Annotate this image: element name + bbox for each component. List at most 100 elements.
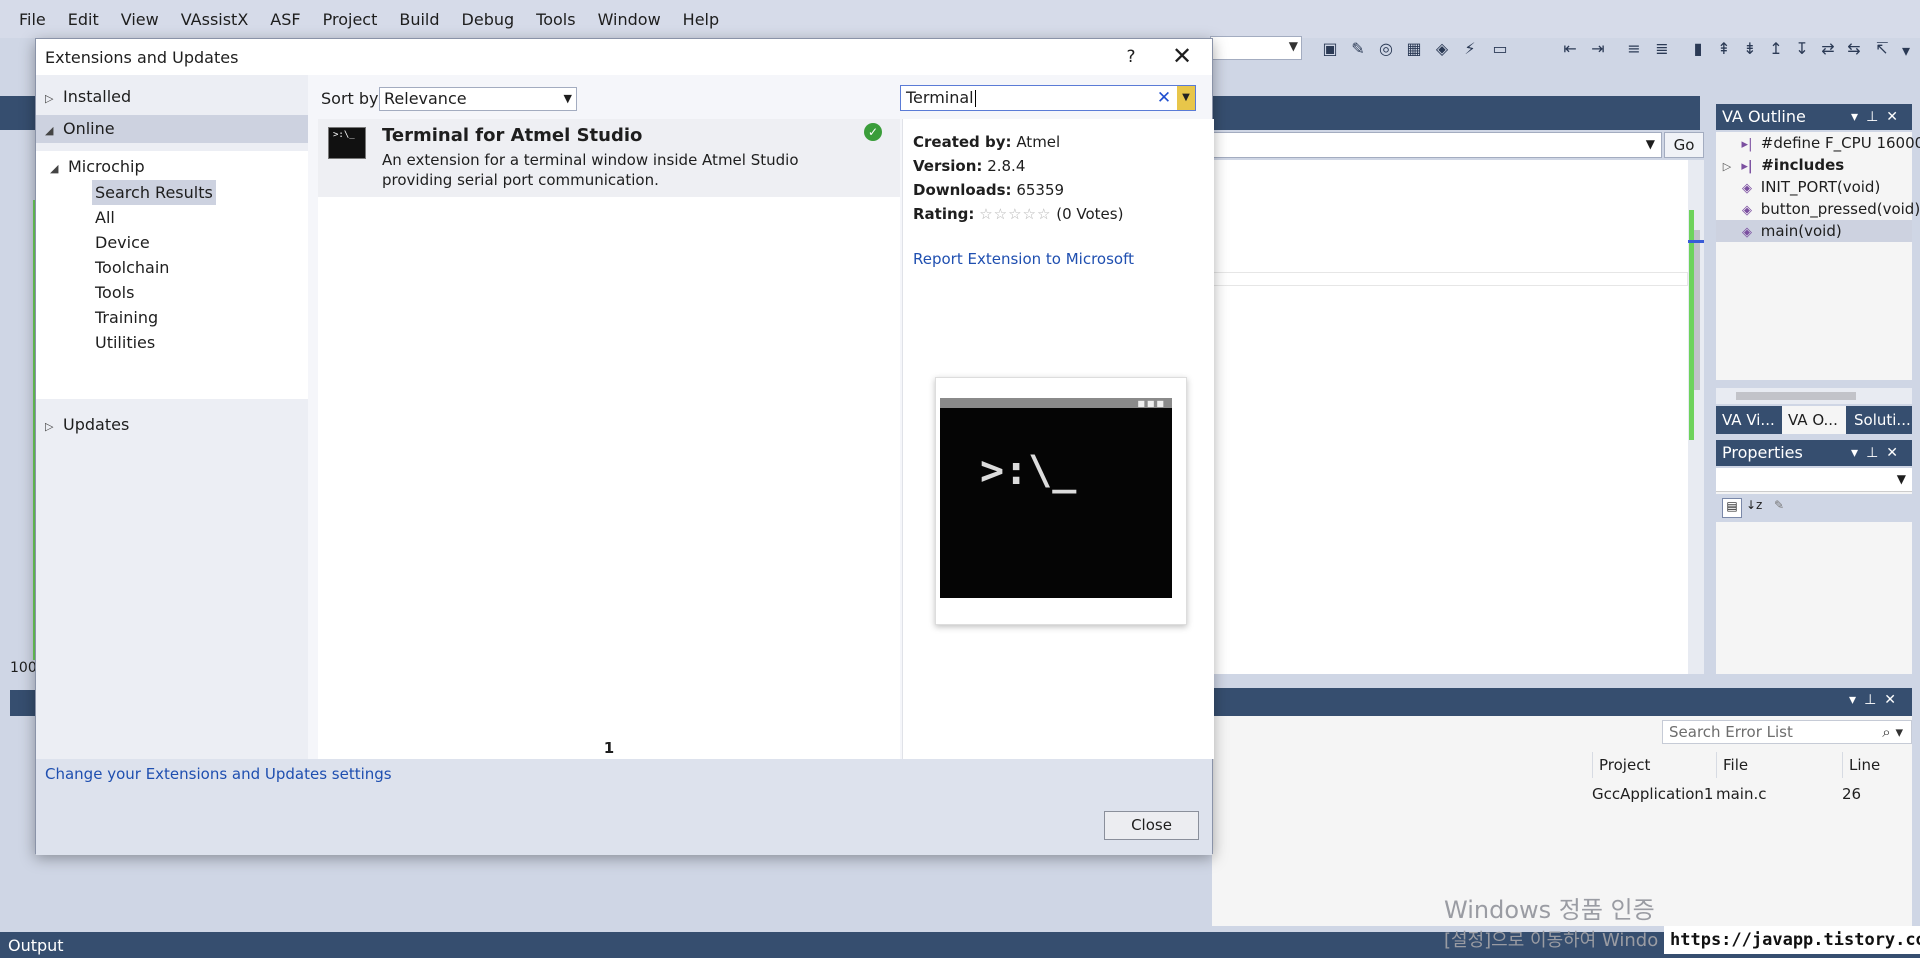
indent-icon[interactable]: ⇥ [1588,40,1608,58]
bookmark-file-icon[interactable]: ⇄ [1818,40,1838,58]
dialog-titlebar: Extensions and Updates ? ✕ [36,39,1212,75]
tree-toolchain[interactable]: Toolchain [92,255,172,280]
error-search-input[interactable]: Search Error List ⌕ ▾ [1662,720,1912,744]
outline-item[interactable]: ▷ ▸| #includes [1716,154,1912,176]
menu-tools[interactable]: Tools [525,10,586,29]
configuration-combo[interactable]: ▼ [1210,36,1302,60]
search-icon[interactable]: ⌕ ▾ [1882,721,1903,743]
menu-file[interactable]: File [8,10,57,29]
bookmark-doc-icon[interactable]: ⇆ [1844,40,1864,58]
debug-icon[interactable]: ◎ [1376,40,1396,58]
wrench-icon[interactable]: ✎ [1348,40,1368,58]
error-row-line[interactable]: 26 [1836,782,1861,806]
tree-utilities[interactable]: Utilities [92,330,158,355]
property-pages-icon[interactable]: ✎ [1774,498,1784,512]
result-title: Terminal for Atmel Studio [382,125,643,146]
alphabetical-icon[interactable]: ↓z [1746,498,1762,512]
nav-online[interactable]: ◢ Online [36,115,308,143]
close-button[interactable]: Close [1104,811,1199,840]
zoom-level[interactable]: 100 [10,660,37,676]
search-options-dropdown[interactable]: ▼ [1177,86,1195,110]
prev-bookmark-folder-icon[interactable]: ↥ [1766,40,1786,58]
expand-icon[interactable]: ▷ [45,413,63,441]
column-header-line[interactable]: Line [1842,752,1912,778]
next-bookmark-icon[interactable]: ⇟ [1740,40,1760,58]
tree-device[interactable]: Device [92,230,153,255]
menu-debug[interactable]: Debug [451,10,526,29]
panel-controls[interactable]: ▾⊥✕ [1851,440,1906,466]
change-indicator [1689,210,1694,440]
expand-icon[interactable]: ▷ [1716,156,1738,178]
column-header-file[interactable]: File [1716,752,1842,778]
nav-microchip[interactable]: ◢ Microchip [50,153,145,181]
panel-title-text: Properties [1722,443,1803,462]
error-row-project[interactable]: GccApplication1 [1586,782,1713,806]
menu-asf[interactable]: ASF [259,10,311,29]
menu-vassistx[interactable]: VAssistX [170,10,260,29]
tree-all[interactable]: All [92,205,118,230]
menu-edit[interactable]: Edit [57,10,110,29]
detail-label: Rating: [913,205,975,223]
toolbar-overflow-icon[interactable]: ▾ [1896,42,1916,60]
collapse-icon[interactable]: ◢ [45,117,63,145]
uncomment-icon[interactable]: ≣ [1652,40,1672,58]
outline-scrollbar[interactable] [1716,388,1912,404]
categorized-icon[interactable]: ▤ [1722,498,1742,518]
program-icon[interactable]: ⚡ [1460,40,1480,58]
outline-item[interactable]: ▸| #define F_CPU 16000 [1716,132,1920,154]
tab-va-view[interactable]: VA Vi... [1716,406,1780,434]
nav-installed[interactable]: ▷ Installed [45,83,131,111]
report-extension-link[interactable]: Report Extension to Microsoft [913,250,1134,268]
search-input[interactable]: Terminal ✕ ▼ [900,85,1196,111]
extensions-updates-dialog: Extensions and Updates ? ✕ ▷ Installed ◢ O… [35,38,1214,855]
outline-item[interactable]: ◈ main(void) [1716,220,1912,242]
result-item[interactable]: >:\_ Terminal for Atmel Studio An extens… [318,119,900,197]
chip-icon[interactable]: ▦ [1404,40,1424,58]
panel-controls[interactable]: ▾⊥✕ [1849,692,1904,708]
panel-controls[interactable]: ▾⊥✕ [1851,104,1906,130]
tab-solution[interactable]: Soluti... [1848,406,1912,434]
settings-link[interactable]: Change your Extensions and Updates setti… [45,765,392,783]
scrollbar-thumb[interactable] [1736,392,1856,400]
menu-build[interactable]: Build [388,10,450,29]
outline-item[interactable]: ◈ button_pressed(void) [1716,198,1920,220]
outline-item[interactable]: ◈ INIT_PORT(void) [1716,176,1912,198]
tree-tools[interactable]: Tools [92,280,137,305]
comment-icon[interactable]: ≡ [1624,40,1644,58]
clear-search-icon[interactable]: ✕ [1155,86,1173,110]
properties-object-combo[interactable]: ▼ [1716,468,1912,492]
navigation-dropdown[interactable]: ▼ [1210,132,1662,158]
expand-icon[interactable]: ▷ [45,85,63,113]
terminal-icon[interactable]: ▭ [1490,40,1510,58]
menu-help[interactable]: Help [672,10,730,29]
prev-bookmark-icon[interactable]: ⇞ [1714,40,1734,58]
next-bookmark-folder-icon[interactable]: ↧ [1792,40,1812,58]
tab-va-outline[interactable]: VA O... [1782,406,1846,434]
output-tab[interactable]: Output [0,934,64,958]
menu-project[interactable]: Project [312,10,389,29]
help-button[interactable]: ? [1119,45,1143,69]
chevron-down-icon: ▼ [1645,137,1655,151]
bookmark-icon[interactable]: ▮ [1688,40,1708,58]
code-editor[interactable] [1210,160,1704,674]
collapse-icon[interactable]: ◢ [50,155,68,183]
tree-training[interactable]: Training [92,305,161,330]
sort-by-select[interactable]: Relevance ▼ [379,87,577,111]
solution-explorer-icon[interactable]: ▣ [1320,40,1340,58]
menu-window[interactable]: Window [587,10,672,29]
menu-view[interactable]: View [110,10,170,29]
detail-value: Atmel [1016,133,1061,151]
go-button[interactable]: Go [1664,132,1704,158]
device-icon[interactable]: ◈ [1432,40,1452,58]
page-number[interactable]: 1 [318,739,900,757]
nav-updates[interactable]: ▷ Updates [45,411,129,439]
tree-search-results[interactable]: Search Results [92,180,216,205]
clear-bookmarks-icon[interactable]: ↸ [1872,40,1892,58]
close-icon[interactable]: ✕ [1168,43,1196,71]
outdent-icon[interactable]: ⇤ [1560,40,1580,58]
error-row-file[interactable]: main.c [1710,782,1767,806]
column-header-project[interactable]: Project [1592,752,1716,778]
text-caret [974,90,976,107]
include-icon: ▸| [1741,159,1753,174]
rating: Rating: ☆☆☆☆☆ (0 Votes) [913,205,1123,223]
